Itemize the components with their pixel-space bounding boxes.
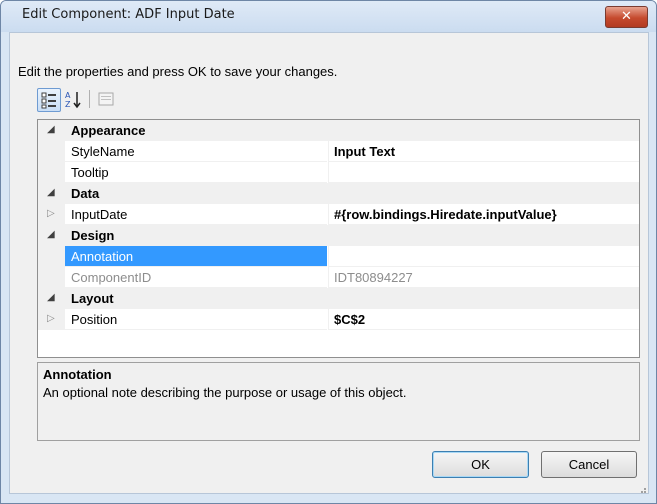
property-row-componentid[interactable]: ComponentID IDT80894227 [38,267,639,288]
help-description: An optional note describing the purpose … [43,385,407,400]
property-value[interactable] [328,246,639,267]
collapse-arrow-icon[interactable]: ◢ [47,229,55,240]
property-row-inputdate[interactable]: ▷ InputDate #{row.bindings.Hiredate.inpu… [38,204,639,225]
property-value[interactable]: IDT80894227 [328,267,639,288]
property-value[interactable]: #{row.bindings.Hiredate.inputValue} [328,204,639,225]
property-name: StyleName [65,141,327,162]
category-row-appearance[interactable]: ◢ Appearance [38,120,639,141]
category-label: Design [71,228,115,243]
property-grid-toolbar: A Z [37,88,157,112]
help-panel: Annotation An optional note describing t… [37,362,640,441]
property-name-selected: Annotation [65,246,327,267]
property-name: ComponentID [65,267,327,288]
svg-text:Z: Z [65,100,71,109]
category-label: Data [71,186,100,201]
property-value[interactable] [328,162,639,183]
property-pages-button[interactable] [95,88,117,110]
category-label: Appearance [71,123,146,138]
property-name: InputDate [65,204,327,225]
help-title: Annotation [43,367,112,382]
collapse-arrow-icon[interactable]: ◢ [47,292,55,303]
property-value[interactable]: $C$2 [328,309,639,330]
property-row-annotation[interactable]: Annotation [38,246,639,267]
toolbar-separator [89,90,90,108]
property-row-tooltip[interactable]: Tooltip [38,162,639,183]
close-icon: ✕ [621,9,632,24]
window-title: Edit Component: ADF Input Date [22,7,235,22]
category-row-layout[interactable]: ◢ Layout [38,288,639,309]
property-name: Position [65,309,327,330]
alphabetical-sort-icon: A Z [65,91,81,109]
expand-arrow-icon[interactable]: ▷ [47,208,55,219]
svg-text:A: A [65,91,71,100]
instruction-text: Edit the properties and press OK to save… [18,64,338,79]
close-button[interactable]: ✕ [605,6,648,28]
category-row-design[interactable]: ◢ Design [38,225,639,246]
ok-button[interactable]: OK [432,451,529,478]
categorized-view-button[interactable] [37,88,61,112]
category-label: Layout [71,291,114,306]
property-name: Tooltip [65,162,327,183]
title-bar[interactable]: Edit Component: ADF Input Date ✕ [1,1,656,32]
categorized-icon [41,92,56,109]
resize-grip-icon[interactable] [637,484,647,494]
category-row-data[interactable]: ◢ Data [38,183,639,204]
property-pages-icon [98,92,114,106]
property-grid: ◢ Appearance StyleName Input Text Toolti… [37,119,640,358]
collapse-arrow-icon[interactable]: ◢ [47,187,55,198]
property-row-position[interactable]: ▷ Position $C$2 [38,309,639,330]
property-row-stylename[interactable]: StyleName Input Text [38,141,639,162]
property-value[interactable]: Input Text [328,141,639,162]
expand-arrow-icon[interactable]: ▷ [47,313,55,324]
collapse-arrow-icon[interactable]: ◢ [47,124,55,135]
alphabetical-view-button[interactable]: A Z [62,88,84,110]
cancel-button[interactable]: Cancel [541,451,637,478]
